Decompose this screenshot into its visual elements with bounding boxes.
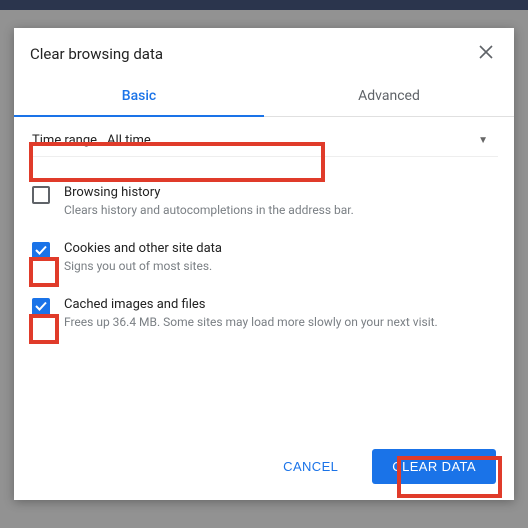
tab-basic[interactable]: Basic [14,78,264,116]
clear-browsing-data-dialog: Clear browsing data Basic Advanced Time … [14,28,514,500]
option-desc: Clears history and autocompletions in th… [64,203,354,217]
checkbox-cookies[interactable] [32,242,50,260]
option-desc: Signs you out of most sites. [64,259,222,273]
cancel-button[interactable]: CANCEL [263,449,358,484]
option-title: Cached images and files [64,297,438,312]
dialog-body: Time range All time ▼ Browsing history C… [14,117,514,435]
time-range-select[interactable]: All time ▼ [107,133,494,148]
option-cached: Cached images and files Frees up 36.4 MB… [30,287,498,343]
time-range-value: All time [107,133,151,148]
option-text: Cached images and files Frees up 36.4 MB… [64,297,438,329]
option-title: Cookies and other site data [64,241,222,256]
chevron-down-icon: ▼ [478,135,488,146]
tab-advanced[interactable]: Advanced [264,78,514,116]
time-range-label: Time range [32,133,97,148]
option-text: Cookies and other site data Signs you ou… [64,241,222,273]
checkbox-browsing-history[interactable] [32,186,50,204]
option-title: Browsing history [64,185,354,200]
option-cookies: Cookies and other site data Signs you ou… [30,231,498,287]
clear-data-button[interactable]: CLEAR DATA [372,449,496,484]
time-range-row: Time range All time ▼ [30,127,498,157]
dialog-title: Clear browsing data [30,45,478,63]
option-browsing-history: Browsing history Clears history and auto… [30,175,498,231]
dialog-actions: CANCEL CLEAR DATA [14,435,514,500]
checkbox-cached[interactable] [32,298,50,316]
close-icon[interactable] [478,44,498,64]
dialog-header: Clear browsing data [14,28,514,78]
option-text: Browsing history Clears history and auto… [64,185,354,217]
option-desc: Frees up 36.4 MB. Some sites may load mo… [64,315,438,329]
tabs: Basic Advanced [14,78,514,117]
